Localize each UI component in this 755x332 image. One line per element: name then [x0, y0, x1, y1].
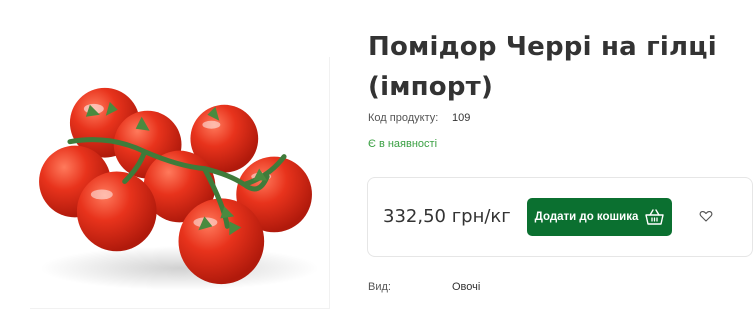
product-price: 332,50 грн/кг	[383, 206, 511, 227]
add-to-cart-button[interactable]: Додати до кошика	[527, 198, 672, 236]
attribute-value[interactable]: Овочі	[452, 281, 480, 293]
add-to-cart-label: Додати до кошика	[534, 211, 639, 223]
attribute-label: Вид:	[368, 281, 391, 293]
price-box: 332,50 грн/кг Додати до кошика	[367, 177, 753, 257]
heart-icon[interactable]	[699, 209, 713, 223]
shopping-basket-icon	[645, 209, 665, 225]
stock-status: Є в наявності	[368, 138, 438, 150]
cherry-tomatoes-image	[39, 87, 319, 291]
product-image[interactable]	[30, 57, 330, 309]
product-code-label: Код продукту:	[368, 112, 439, 124]
product-code-row: Код продукту: 109	[368, 112, 470, 124]
product-code-value: 109	[452, 112, 471, 124]
product-title: Помідор Черрі на гілці (імпорт)	[368, 32, 717, 102]
attribute-row-type: Вид: Овочі	[368, 281, 480, 293]
